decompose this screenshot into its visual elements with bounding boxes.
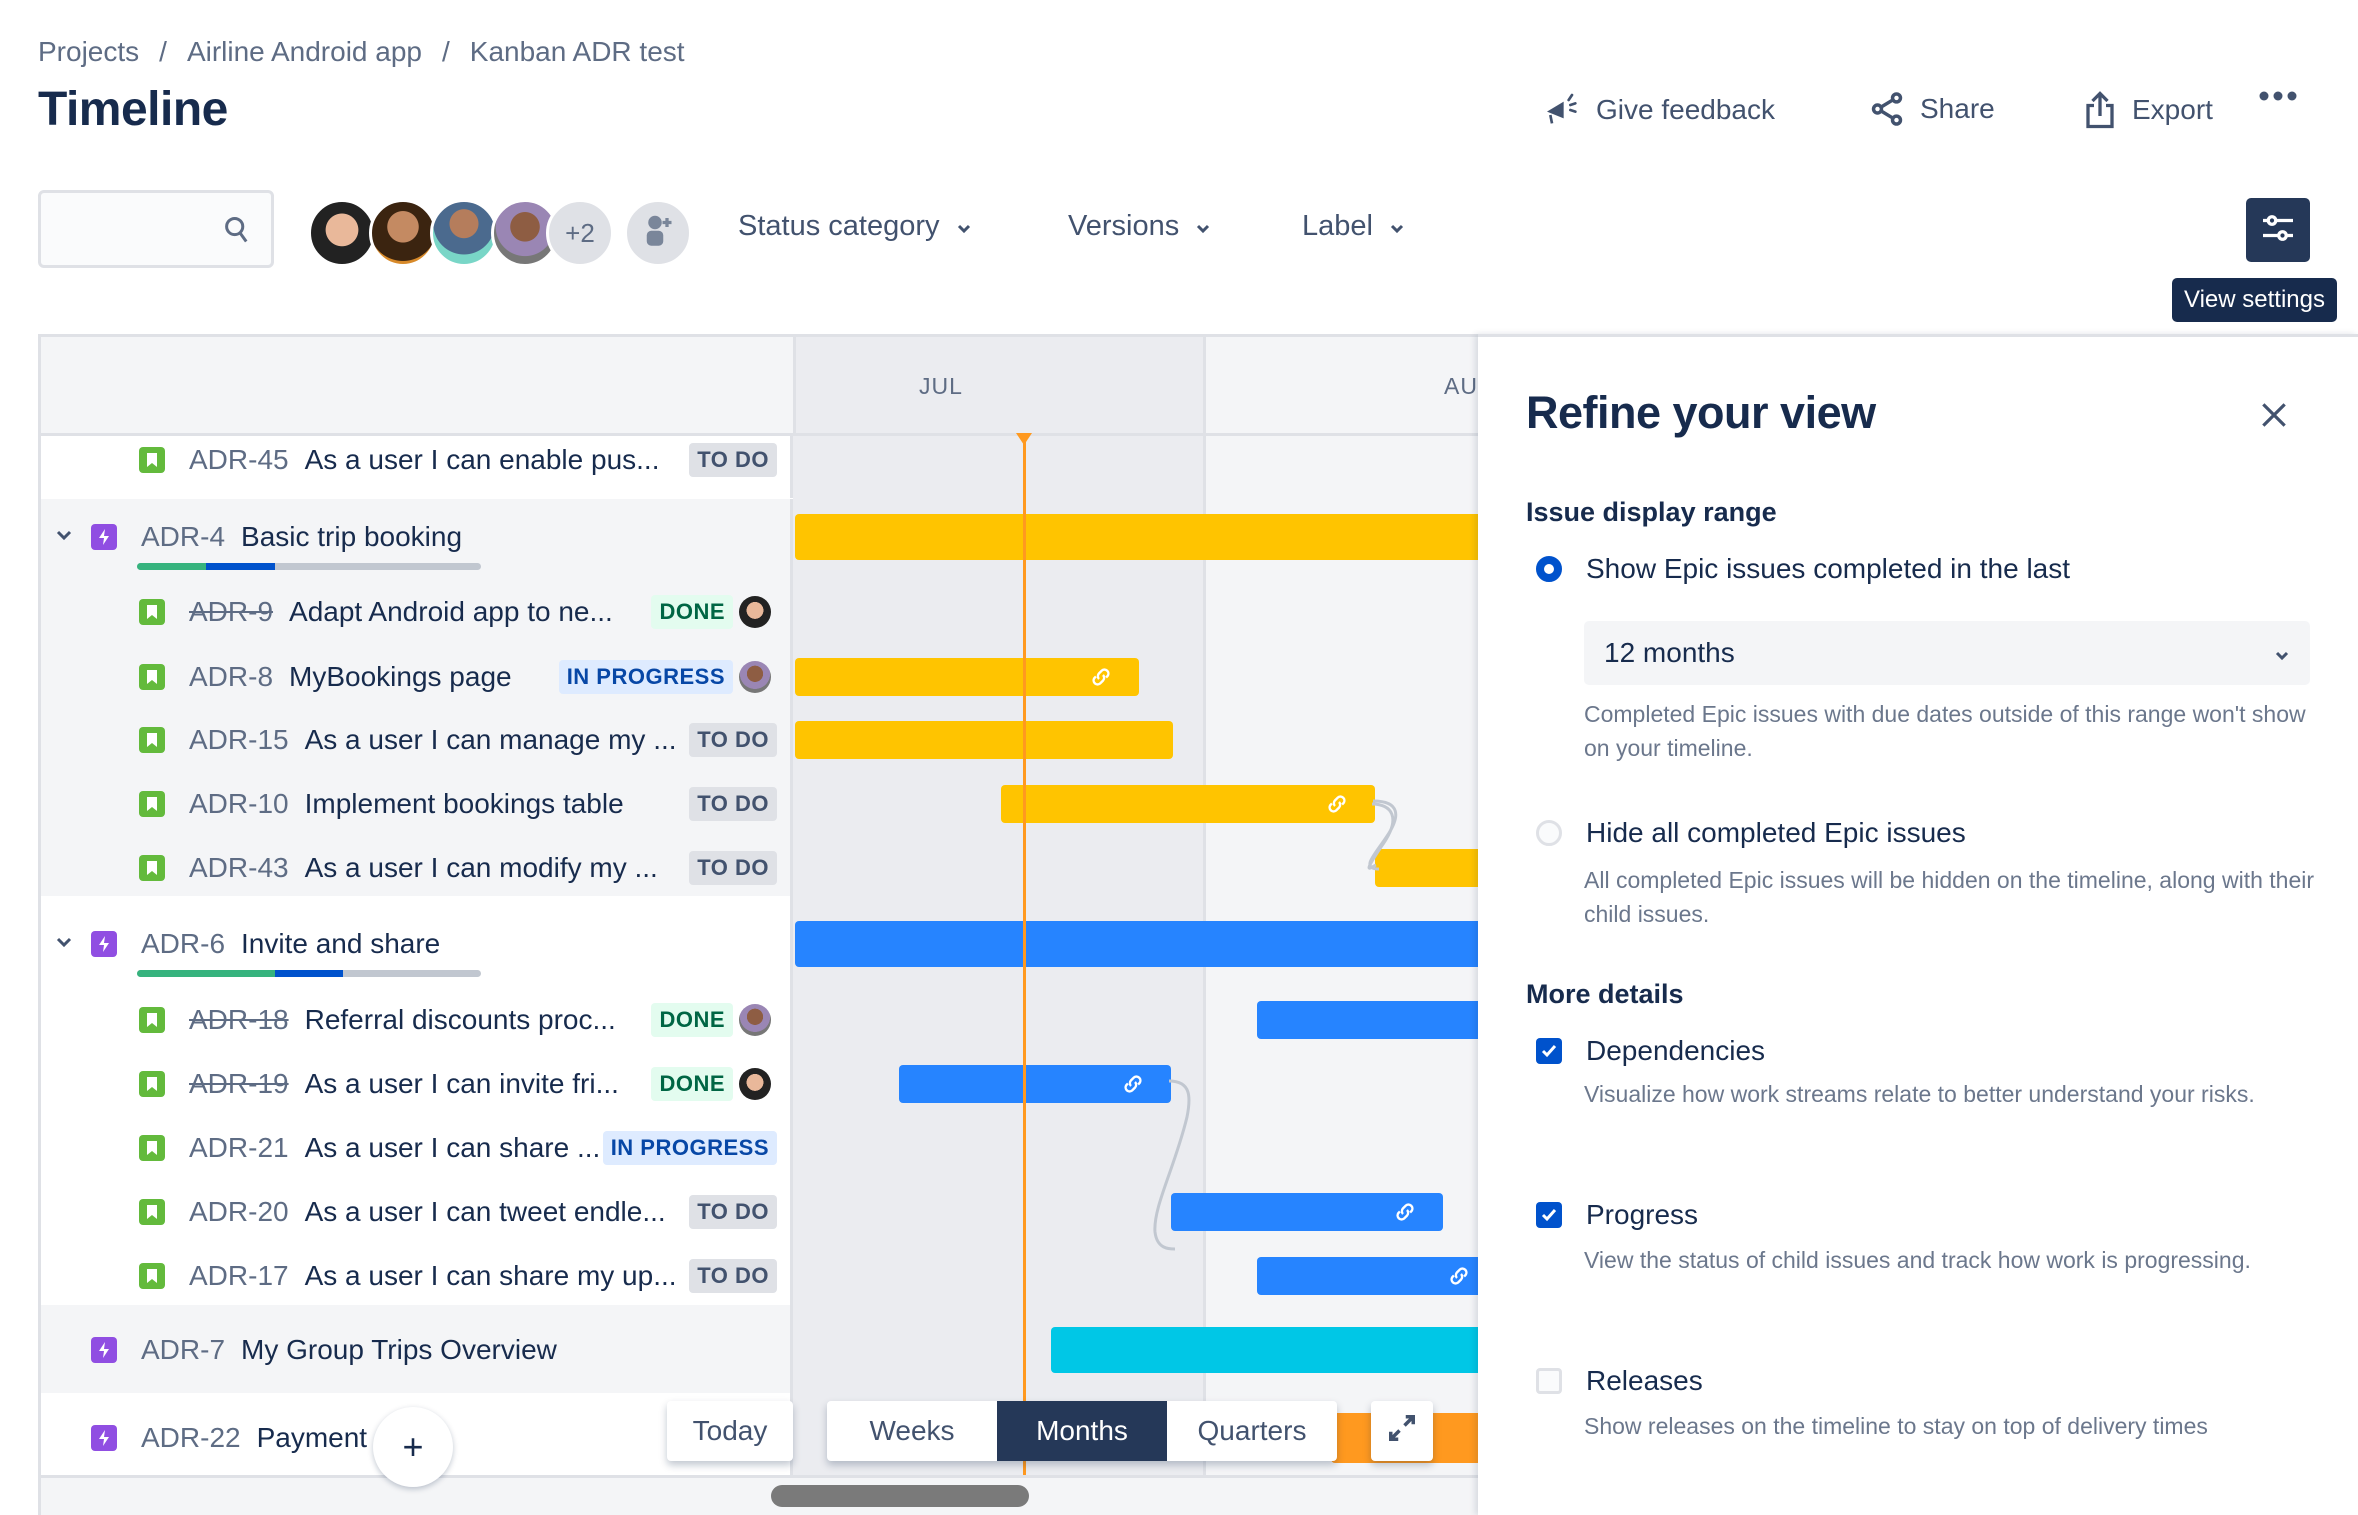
page-title: Timeline	[38, 83, 228, 136]
dependency-lines	[1153, 799, 1398, 1251]
breadcrumb-project[interactable]: Airline Android app	[187, 36, 422, 68]
chevron-down-icon	[2274, 637, 2290, 669]
timeline-grid: JUL AUG ADR-45As a user I can enable pus…	[38, 334, 1481, 1515]
give-feedback-label: Give feedback	[1596, 94, 1775, 125]
add-person-icon	[640, 212, 676, 255]
option-description: View the status of child issues and trac…	[1584, 1247, 2251, 1273]
option-description: All completed Epic issues will be hidden…	[1584, 867, 2315, 927]
radio-unselected[interactable]	[1536, 820, 1562, 846]
horizontal-scrollbar-track[interactable]	[41, 1475, 1481, 1515]
breadcrumb-projects[interactable]: Projects	[38, 36, 139, 68]
more-avatars-button[interactable]: +2	[546, 199, 614, 267]
scale-quarters[interactable]: Quarters	[1167, 1401, 1337, 1461]
refine-view-panel: Refine your view Issue display range Sho…	[1478, 334, 2358, 1515]
more-horizontal-icon	[2258, 90, 2298, 102]
share-label: Share	[1920, 93, 1995, 124]
search-input[interactable]	[38, 190, 274, 268]
radio-selected[interactable]	[1536, 556, 1562, 582]
expand-icon	[1387, 1413, 1417, 1450]
checkbox-checked[interactable]	[1536, 1038, 1562, 1064]
view-settings-button[interactable]	[2246, 198, 2310, 262]
months-select[interactable]: 12 months	[1584, 621, 2310, 685]
give-feedback-button[interactable]: Give feedback	[1542, 90, 1775, 130]
avatar[interactable]	[369, 199, 437, 267]
view-settings-tooltip: View settings	[2172, 278, 2337, 322]
checkbox-checked[interactable]	[1536, 1202, 1562, 1228]
export-icon	[2082, 90, 2118, 130]
fullscreen-button[interactable]	[1371, 1401, 1433, 1461]
filter-label: Label	[1302, 210, 1373, 242]
issue-display-range-heading: Issue display range	[1526, 497, 1777, 527]
today-line	[1023, 435, 1026, 1515]
export-button[interactable]: Export	[2082, 90, 2213, 130]
label-filter[interactable]: Label	[1302, 210, 1405, 243]
share-icon	[1868, 90, 1906, 128]
filter-label: Status category	[738, 210, 940, 242]
status-category-filter[interactable]: Status category	[738, 210, 972, 243]
add-people-button[interactable]	[624, 199, 692, 267]
option-label: Releases	[1586, 1365, 1703, 1396]
search-icon	[223, 215, 251, 250]
checkbox-releases[interactable]: Releases	[1536, 1365, 1703, 1397]
avatar[interactable]	[308, 199, 376, 267]
export-label: Export	[2132, 94, 2213, 125]
option-description: Completed Epic issues with due dates out…	[1584, 701, 2306, 761]
today-marker	[1016, 433, 1032, 445]
share-button[interactable]: Share	[1868, 90, 1995, 128]
panel-title: Refine your view	[1526, 387, 1876, 438]
select-value: 12 months	[1604, 637, 1735, 668]
plus-icon: +	[402, 1426, 424, 1467]
today-button[interactable]: Today	[667, 1401, 793, 1461]
breadcrumb-separator: /	[159, 36, 167, 67]
scale-weeks[interactable]: Weeks	[827, 1401, 997, 1461]
option-description: Show releases on the timeline to stay on…	[1584, 1413, 2208, 1439]
breadcrumb: Projects / Airline Android app / Kanban …	[38, 36, 685, 68]
more-details-heading: More details	[1526, 979, 1684, 1009]
versions-filter[interactable]: Versions	[1068, 210, 1211, 243]
checkbox-progress[interactable]: Progress	[1536, 1199, 1698, 1231]
radio-hide-completed[interactable]: Hide all completed Epic issues	[1536, 817, 1966, 849]
scale-months[interactable]: Months	[997, 1401, 1167, 1461]
dependency-line	[1153, 1079, 1191, 1251]
close-panel-button[interactable]	[2258, 399, 2290, 436]
chevron-down-icon	[1195, 210, 1211, 243]
sliders-icon	[2260, 210, 2296, 251]
breadcrumb-board[interactable]: Kanban ADR test	[470, 36, 685, 68]
time-scale-switcher: Weeks Months Quarters	[827, 1401, 1337, 1461]
option-label: Show Epic issues completed in the last	[1586, 553, 2071, 584]
avatar[interactable]	[430, 199, 498, 267]
filter-label: Versions	[1068, 210, 1180, 242]
more-actions-button[interactable]	[2258, 90, 2298, 102]
radio-show-completed[interactable]: Show Epic issues completed in the last	[1536, 553, 2070, 585]
option-label: Dependencies	[1586, 1035, 1766, 1066]
option-label: Progress	[1586, 1199, 1699, 1230]
close-icon	[2258, 403, 2290, 435]
checkbox-unchecked[interactable]	[1536, 1368, 1562, 1394]
horizontal-scrollbar-thumb[interactable]	[771, 1485, 1029, 1507]
checkbox-dependencies[interactable]: Dependencies	[1536, 1035, 1765, 1067]
chevron-down-icon	[956, 210, 972, 243]
breadcrumb-separator: /	[441, 36, 450, 67]
create-issue-button[interactable]: +	[373, 1407, 453, 1487]
megaphone-icon	[1542, 90, 1582, 130]
option-description: Visualize how work streams relate to bet…	[1584, 1081, 2255, 1107]
chevron-down-icon	[1389, 210, 1405, 243]
option-label: Hide all completed Epic issues	[1586, 817, 1966, 848]
